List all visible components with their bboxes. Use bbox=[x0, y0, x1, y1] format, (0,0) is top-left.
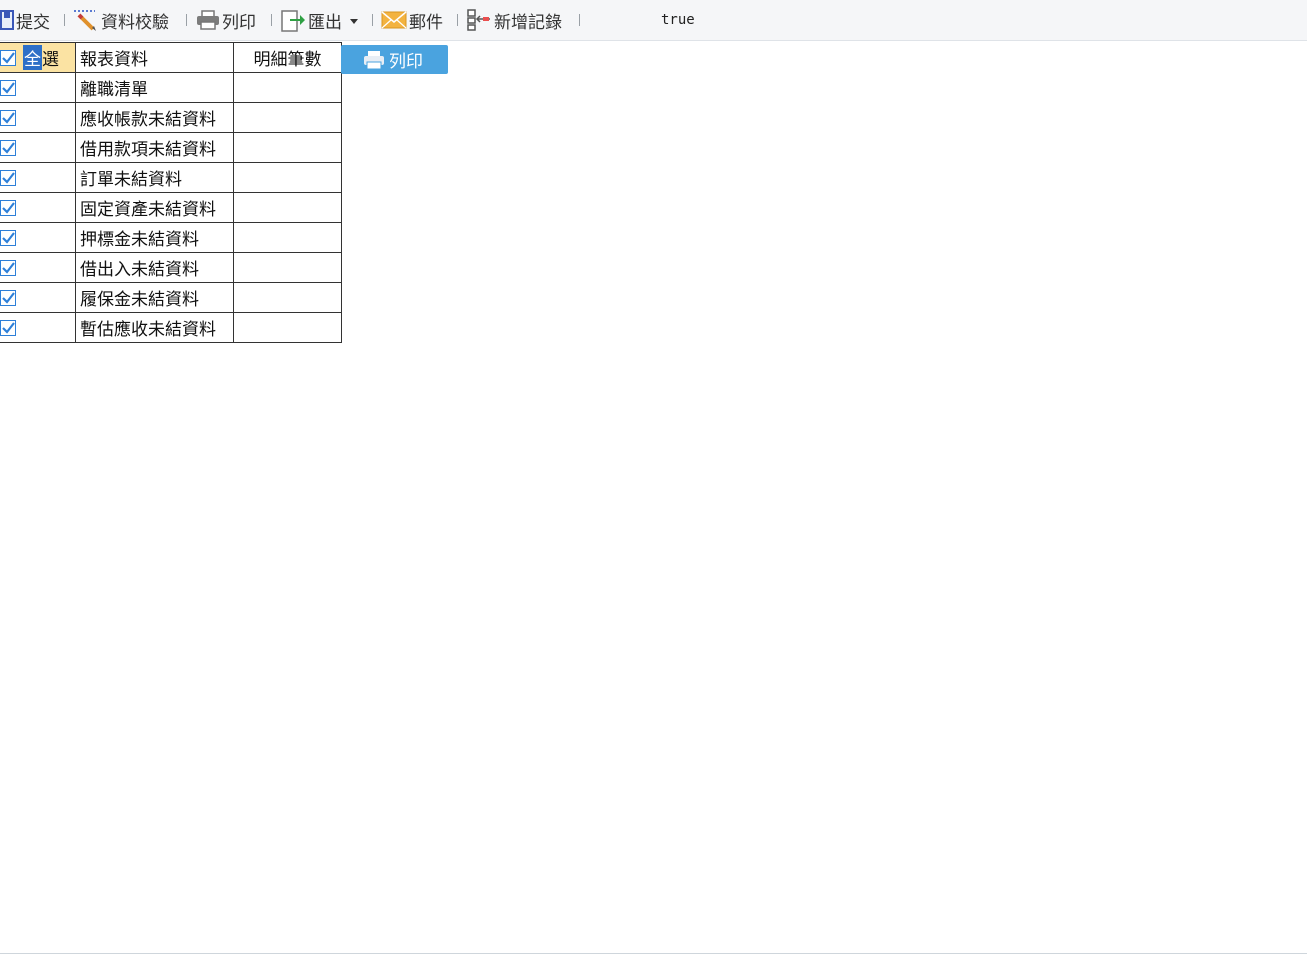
detail-count-cell bbox=[233, 282, 342, 313]
export-dropdown[interactable]: 匯出 bbox=[280, 7, 358, 33]
row-checkbox[interactable] bbox=[0, 139, 16, 156]
detail-count-cell bbox=[233, 102, 342, 133]
select-all-label: 全選 bbox=[23, 45, 59, 70]
table-row: 暫估應收未結資料 bbox=[0, 312, 342, 343]
row-checkbox[interactable] bbox=[0, 169, 16, 186]
check-icon bbox=[0, 169, 16, 186]
report-name-cell: 履保金未結資料 bbox=[75, 282, 234, 313]
row-select-cell[interactable] bbox=[0, 102, 76, 133]
toolbar-separator bbox=[186, 14, 187, 26]
table-header-row: 全選 報表資料 明細筆數 bbox=[0, 42, 342, 73]
print-toolbar-button[interactable]: 列印 bbox=[196, 7, 256, 33]
row-select-cell[interactable] bbox=[0, 222, 76, 253]
printer-icon bbox=[197, 10, 219, 30]
report-name-cell: 離職清單 bbox=[75, 72, 234, 103]
check-icon bbox=[0, 49, 16, 66]
check-icon bbox=[0, 79, 16, 96]
printer-icon bbox=[364, 50, 384, 69]
row-checkbox[interactable] bbox=[0, 199, 16, 216]
export-icon bbox=[281, 10, 305, 32]
row-select-cell[interactable] bbox=[0, 312, 76, 343]
chevron-down-icon bbox=[350, 19, 358, 24]
table-row: 訂單未結資料 bbox=[0, 162, 342, 193]
header-report-name: 報表資料 bbox=[75, 42, 234, 73]
check-icon bbox=[0, 229, 16, 246]
row-checkbox[interactable] bbox=[0, 259, 16, 276]
detail-count-cell bbox=[233, 132, 342, 163]
add-record-icon bbox=[467, 9, 490, 31]
table-row: 履保金未結資料 bbox=[0, 282, 342, 313]
table-row: 應收帳款未結資料 bbox=[0, 102, 342, 133]
save-icon bbox=[0, 10, 14, 30]
check-icon bbox=[0, 199, 16, 216]
validate-button[interactable]: 資料校驗 bbox=[73, 7, 169, 33]
add-record-button[interactable]: 新增記錄 bbox=[466, 7, 562, 33]
detail-count-cell bbox=[233, 72, 342, 103]
select-all-cell[interactable]: 全選 bbox=[0, 42, 76, 73]
detail-count-cell bbox=[233, 222, 342, 253]
select-all-checkbox[interactable] bbox=[0, 49, 16, 66]
toolbar-separator bbox=[271, 14, 272, 26]
report-name-cell: 訂單未結資料 bbox=[75, 162, 234, 193]
print-button-label: 列印 bbox=[389, 52, 423, 72]
report-name-cell: 借用款項未結資料 bbox=[75, 132, 234, 163]
table-row: 借用款項未結資料 bbox=[0, 132, 342, 163]
table-row: 借出入未結資料 bbox=[0, 252, 342, 283]
detail-count-cell bbox=[233, 252, 342, 283]
toolbar-separator bbox=[457, 14, 458, 26]
row-select-cell[interactable] bbox=[0, 132, 76, 163]
add-record-label: 新增記錄 bbox=[494, 12, 562, 33]
check-icon bbox=[0, 319, 16, 336]
check-icon bbox=[0, 259, 16, 276]
check-icon bbox=[0, 289, 16, 306]
select-all-label-highlight: 全 bbox=[23, 45, 42, 70]
status-value: true bbox=[661, 12, 695, 28]
row-select-cell[interactable] bbox=[0, 252, 76, 283]
row-checkbox[interactable] bbox=[0, 289, 16, 306]
toolbar: 提交 資料校驗 列印 匯出 郵件 新增記錄 true bbox=[0, 0, 1307, 41]
row-select-cell[interactable] bbox=[0, 162, 76, 193]
report-name-cell: 押標金未結資料 bbox=[75, 222, 234, 253]
print-button[interactable]: 列印 bbox=[341, 45, 448, 74]
row-select-cell[interactable] bbox=[0, 72, 76, 103]
export-label: 匯出 bbox=[308, 12, 342, 33]
bottom-divider bbox=[0, 953, 1307, 954]
row-checkbox[interactable] bbox=[0, 79, 16, 96]
submit-button[interactable]: 提交 bbox=[0, 7, 50, 33]
table-row: 固定資產未結資料 bbox=[0, 192, 342, 223]
select-all-label-rest: 選 bbox=[42, 50, 59, 70]
mail-label: 郵件 bbox=[409, 12, 443, 33]
report-name-cell: 借出入未結資料 bbox=[75, 252, 234, 283]
row-checkbox[interactable] bbox=[0, 109, 16, 126]
detail-count-cell bbox=[233, 162, 342, 193]
row-select-cell[interactable] bbox=[0, 192, 76, 223]
report-grid: 全選 報表資料 明細筆數 離職清單 應收帳款未結資料 借用款項未結資料 訂單未結資料固… bbox=[0, 42, 342, 343]
pencil-icon bbox=[74, 10, 96, 31]
toolbar-separator bbox=[579, 14, 580, 26]
check-icon bbox=[0, 139, 16, 156]
check-icon bbox=[0, 109, 16, 126]
row-select-cell[interactable] bbox=[0, 282, 76, 313]
table-row: 離職清單 bbox=[0, 72, 342, 103]
toolbar-separator bbox=[372, 14, 373, 26]
row-checkbox[interactable] bbox=[0, 319, 16, 336]
table-row: 押標金未結資料 bbox=[0, 222, 342, 253]
header-detail-count: 明細筆數 bbox=[233, 42, 342, 73]
report-name-cell: 暫估應收未結資料 bbox=[75, 312, 234, 343]
detail-count-cell bbox=[233, 192, 342, 223]
detail-count-cell bbox=[233, 312, 342, 343]
mail-button[interactable]: 郵件 bbox=[381, 7, 443, 33]
print-toolbar-label: 列印 bbox=[222, 12, 256, 33]
toolbar-separator bbox=[64, 14, 65, 26]
report-name-cell: 固定資產未結資料 bbox=[75, 192, 234, 223]
submit-label: 提交 bbox=[16, 12, 50, 33]
report-name-cell: 應收帳款未結資料 bbox=[75, 102, 234, 133]
mail-icon bbox=[381, 11, 407, 29]
validate-label: 資料校驗 bbox=[101, 12, 169, 33]
row-checkbox[interactable] bbox=[0, 229, 16, 246]
